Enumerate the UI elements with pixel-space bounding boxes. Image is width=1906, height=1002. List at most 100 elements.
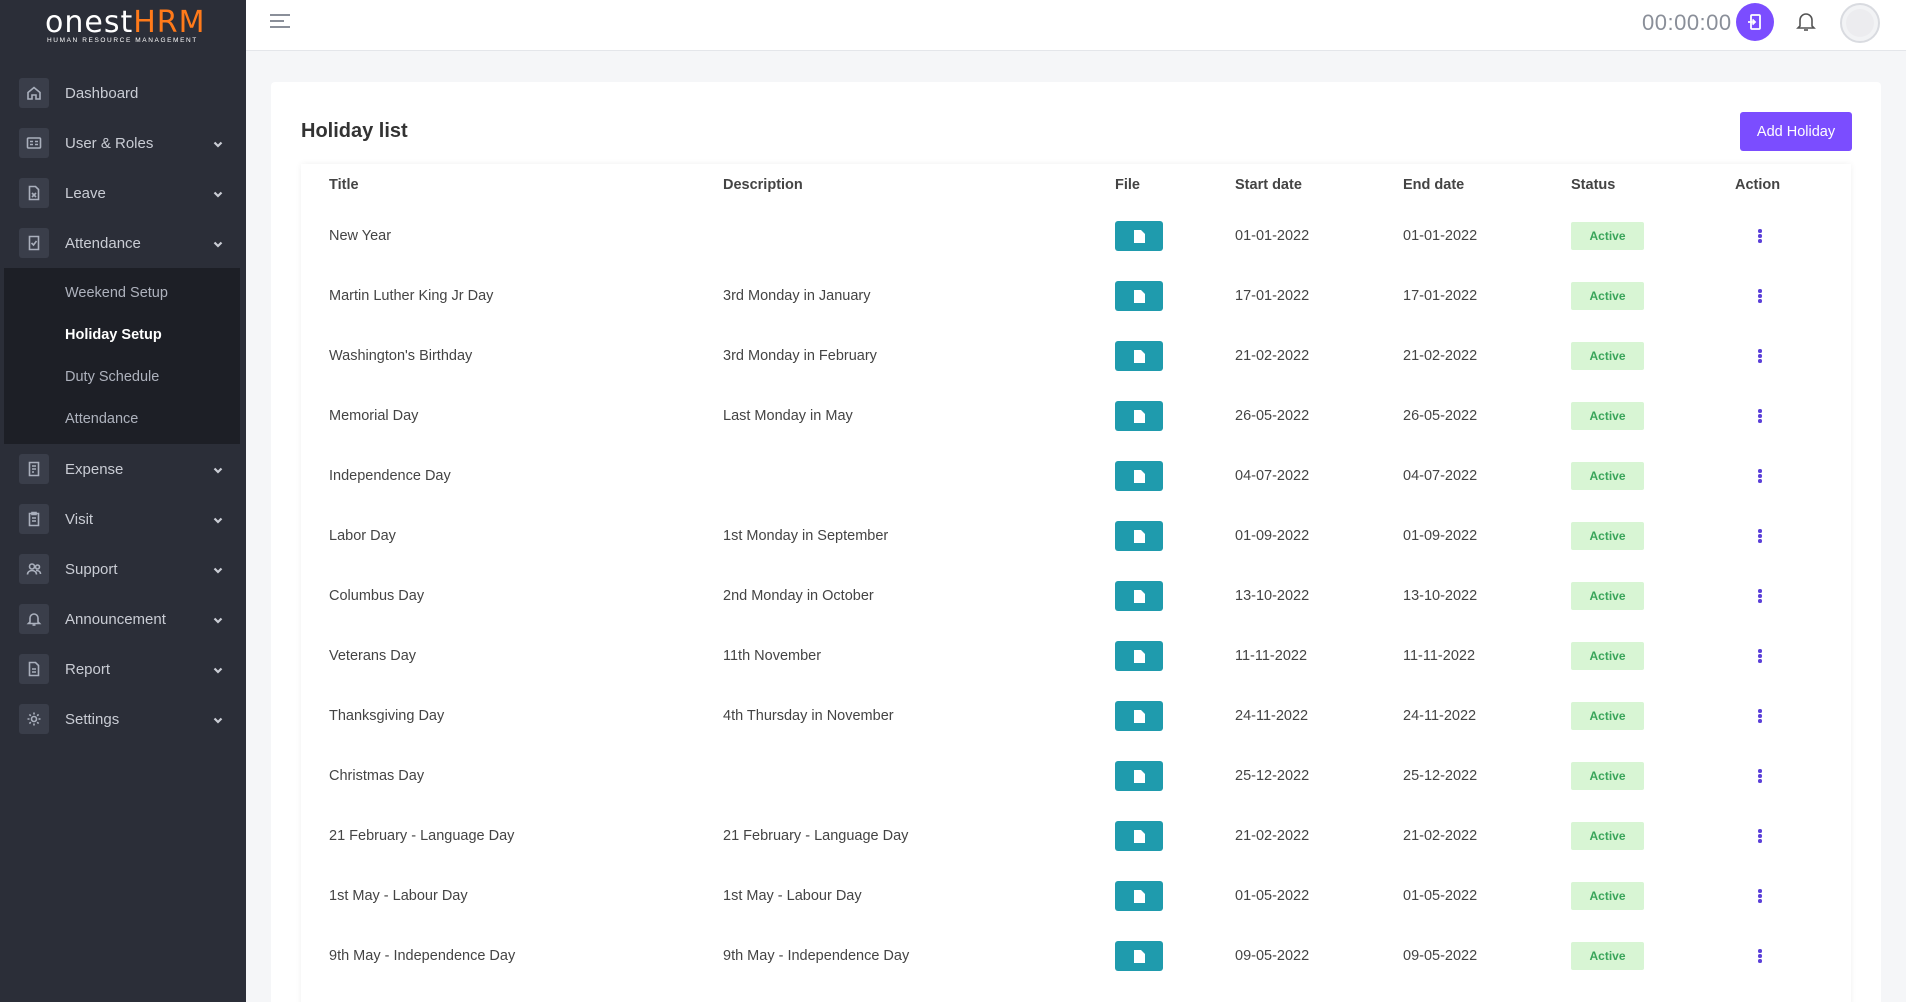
more-actions-icon[interactable] — [1750, 944, 1770, 968]
status-cell: Active — [1543, 326, 1707, 386]
column-header-action[interactable]: Action — [1707, 164, 1851, 206]
status-cell: Active — [1543, 566, 1707, 626]
more-actions-icon[interactable] — [1750, 644, 1770, 668]
table-header-row: Title Description File Start date End da… — [301, 164, 1851, 206]
column-header-file[interactable]: File — [1087, 164, 1207, 206]
sidebar-item-attendance[interactable]: Attendance — [0, 218, 246, 268]
more-actions-icon[interactable] — [1750, 584, 1770, 608]
file-button[interactable] — [1115, 581, 1163, 611]
column-header-title[interactable]: Title — [301, 164, 695, 206]
status-badge: Active — [1571, 642, 1644, 670]
action-cell — [1707, 266, 1851, 326]
sidebar-item-report[interactable]: Report — [0, 644, 246, 694]
table-row: 9th May - Independence Day 9th May - Inde… — [301, 926, 1851, 986]
holiday-description: 3rd Monday in February — [723, 348, 877, 364]
sidebar-item-announcement[interactable]: Announcement — [0, 594, 246, 644]
sidebar-item-leave[interactable]: Leave — [0, 168, 246, 218]
file-button[interactable] — [1115, 821, 1163, 851]
more-actions-icon[interactable] — [1750, 284, 1770, 308]
file-button[interactable] — [1115, 221, 1163, 251]
more-actions-icon[interactable] — [1750, 764, 1770, 788]
start-date: 01-01-2022 — [1235, 228, 1310, 244]
status-badge: Active — [1571, 762, 1644, 790]
status-badge: Active — [1571, 282, 1644, 310]
brand-tagline: HUMAN RESOURCE MANAGEMENT — [47, 37, 198, 44]
more-actions-icon[interactable] — [1750, 824, 1770, 848]
topbar: 00:00:00 — [246, 0, 1906, 51]
report-icon — [19, 654, 49, 684]
file-button[interactable] — [1115, 941, 1163, 971]
add-holiday-button[interactable]: Add Holiday — [1740, 112, 1852, 151]
timer-display: 00:00:00 — [1642, 10, 1732, 35]
submenu-item-weekend-setup[interactable]: Weekend Setup — [4, 272, 240, 314]
start-date: 21-02-2022 — [1235, 828, 1310, 844]
sidebar-menu: Dashboard User & Roles Leave Attendance … — [0, 68, 246, 744]
status-badge: Active — [1571, 582, 1644, 610]
column-header-status[interactable]: Status — [1543, 164, 1707, 206]
logo[interactable]: onestHRM HUMAN RESOURCE MANAGEMENT — [0, 0, 246, 54]
holiday-title: Christmas Day — [329, 768, 425, 784]
start-date: 04-07-2022 — [1235, 468, 1310, 484]
holiday-description: 11th November — [723, 648, 822, 664]
table-row: Labor Day 1st Monday in September 01-09-20… — [301, 506, 1851, 566]
file-button[interactable] — [1115, 761, 1163, 791]
file-icon — [1133, 289, 1145, 303]
start-date: 21-02-2022 — [1235, 348, 1310, 364]
submenu-item-holiday-setup[interactable]: Holiday Setup — [4, 314, 240, 356]
more-actions-icon[interactable] — [1750, 884, 1770, 908]
status-cell: Active — [1543, 386, 1707, 446]
file-button[interactable] — [1115, 341, 1163, 371]
sidebar-item-user-roles[interactable]: User & Roles — [0, 118, 246, 168]
file-button[interactable] — [1115, 881, 1163, 911]
file-button[interactable] — [1115, 281, 1163, 311]
more-actions-icon[interactable] — [1750, 224, 1770, 248]
action-cell — [1707, 506, 1851, 566]
home-icon — [19, 78, 49, 108]
start-date: 11-11-2022 — [1235, 648, 1308, 664]
start-date: 25-12-2022 — [1235, 768, 1310, 784]
file-button[interactable] — [1115, 521, 1163, 551]
action-cell — [1707, 446, 1851, 506]
avatar[interactable] — [1840, 3, 1880, 43]
file-button[interactable] — [1115, 461, 1163, 491]
holiday-description: 3rd Monday in January — [723, 288, 871, 304]
menu-toggle-icon[interactable] — [270, 14, 290, 30]
sidebar-item-expense[interactable]: Expense — [0, 444, 246, 494]
check-in-button[interactable] — [1736, 3, 1774, 41]
chevron-down-icon — [212, 187, 224, 199]
bell-icon — [19, 604, 49, 634]
more-actions-icon[interactable] — [1750, 404, 1770, 428]
sidebar-item-settings[interactable]: Settings — [0, 694, 246, 744]
end-date: 04-07-2022 — [1403, 468, 1478, 484]
column-header-start-date[interactable]: Start date — [1207, 164, 1375, 206]
action-cell — [1707, 866, 1851, 926]
status-badge: Active — [1571, 882, 1644, 910]
column-header-end-date[interactable]: End date — [1375, 164, 1543, 206]
submenu-item-duty-schedule[interactable]: Duty Schedule — [4, 356, 240, 398]
more-actions-icon[interactable] — [1750, 704, 1770, 728]
table-row: Thanksgiving Day 4th Thursday in November… — [301, 686, 1851, 746]
status-cell: Active — [1543, 926, 1707, 986]
table-row: 21 February - Language Day 21 February - … — [301, 806, 1851, 866]
page-title: Holiday list — [301, 120, 408, 142]
status-badge: Active — [1571, 462, 1644, 490]
more-actions-icon[interactable] — [1750, 464, 1770, 488]
file-button[interactable] — [1115, 701, 1163, 731]
file-button[interactable] — [1115, 401, 1163, 431]
more-actions-icon[interactable] — [1750, 344, 1770, 368]
more-actions-icon[interactable] — [1750, 524, 1770, 548]
file-button[interactable] — [1115, 641, 1163, 671]
sidebar-item-support[interactable]: Support — [0, 544, 246, 594]
holiday-description: 1st May - Labour Day — [723, 888, 862, 904]
submenu-item-attendance[interactable]: Attendance — [4, 398, 240, 440]
start-date: 17-01-2022 — [1235, 288, 1310, 304]
table-row: Washington's Birthday 3rd Monday in Febru… — [301, 326, 1851, 386]
notification-button[interactable] — [1794, 9, 1818, 33]
file-icon — [1133, 649, 1145, 663]
sidebar-item-dashboard[interactable]: Dashboard — [0, 68, 246, 118]
end-date: 11-11-2022 — [1403, 648, 1476, 664]
sidebar-item-visit[interactable]: Visit — [0, 494, 246, 544]
holiday-table-container: Title Description File Start date End da… — [301, 164, 1851, 1002]
holiday-description: 2nd Monday in October — [723, 588, 874, 604]
column-header-description[interactable]: Description — [695, 164, 1087, 206]
